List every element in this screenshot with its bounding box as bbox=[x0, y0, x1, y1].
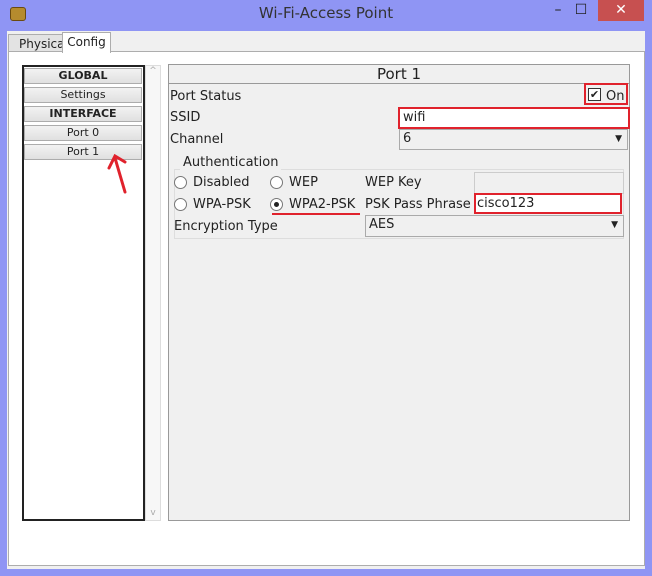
ssid-label: SSID bbox=[170, 110, 201, 125]
psk-label: PSK Pass Phrase bbox=[365, 197, 471, 212]
maximize-button[interactable]: ☐ bbox=[568, 0, 594, 21]
radio-wpa-psk-label: WPA-PSK bbox=[193, 197, 251, 212]
tab-config[interactable]: Config bbox=[62, 32, 111, 53]
port-status-value: On bbox=[606, 89, 625, 104]
sidebar-header-interface: INTERFACE bbox=[24, 106, 142, 122]
radio-disabled-label: Disabled bbox=[193, 175, 250, 190]
annotation-arrow-icon bbox=[107, 153, 127, 194]
radio-wpa2-psk-label: WPA2-PSK bbox=[289, 197, 356, 212]
wep-key-input[interactable] bbox=[474, 172, 624, 194]
radio-disabled[interactable] bbox=[174, 176, 187, 189]
close-button[interactable]: ✕ bbox=[598, 0, 644, 21]
port-title: Port 1 bbox=[169, 65, 629, 84]
radio-wpa2-psk[interactable] bbox=[270, 198, 283, 211]
port-status-checkbox[interactable]: ✔ bbox=[588, 88, 601, 101]
minimize-button[interactable]: – bbox=[548, 0, 568, 21]
radio-wep[interactable] bbox=[270, 176, 283, 189]
sidebar-header-global: GLOBAL bbox=[24, 68, 142, 84]
chevron-down-icon: ▼ bbox=[611, 220, 618, 230]
radio-wpa-psk[interactable] bbox=[174, 198, 187, 211]
ssid-input[interactable]: wifi bbox=[398, 107, 630, 129]
psk-input[interactable]: cisco123 bbox=[474, 193, 622, 214]
port-status-label: Port Status bbox=[170, 89, 242, 104]
radio-wep-label: WEP bbox=[289, 175, 318, 190]
sidebar-scrollbar[interactable]: ^ v bbox=[145, 65, 161, 521]
authentication-legend: Authentication bbox=[180, 155, 282, 170]
channel-value: 6 bbox=[403, 131, 412, 146]
annotation-underline bbox=[272, 213, 360, 215]
channel-label: Channel bbox=[170, 132, 224, 147]
channel-select[interactable]: 6 ▼ bbox=[399, 129, 628, 150]
sidebar-item-settings[interactable]: Settings bbox=[24, 87, 142, 103]
encryption-value: AES bbox=[369, 217, 395, 232]
chevron-down-icon: ▼ bbox=[615, 134, 622, 144]
wep-key-label: WEP Key bbox=[365, 175, 422, 190]
encryption-select[interactable]: AES ▼ bbox=[365, 215, 624, 237]
sidebar-item-port0[interactable]: Port 0 bbox=[24, 125, 142, 141]
scroll-up-icon[interactable]: ^ bbox=[146, 66, 160, 76]
encryption-label: Encryption Type bbox=[174, 219, 278, 234]
scroll-down-icon[interactable]: v bbox=[146, 508, 160, 518]
